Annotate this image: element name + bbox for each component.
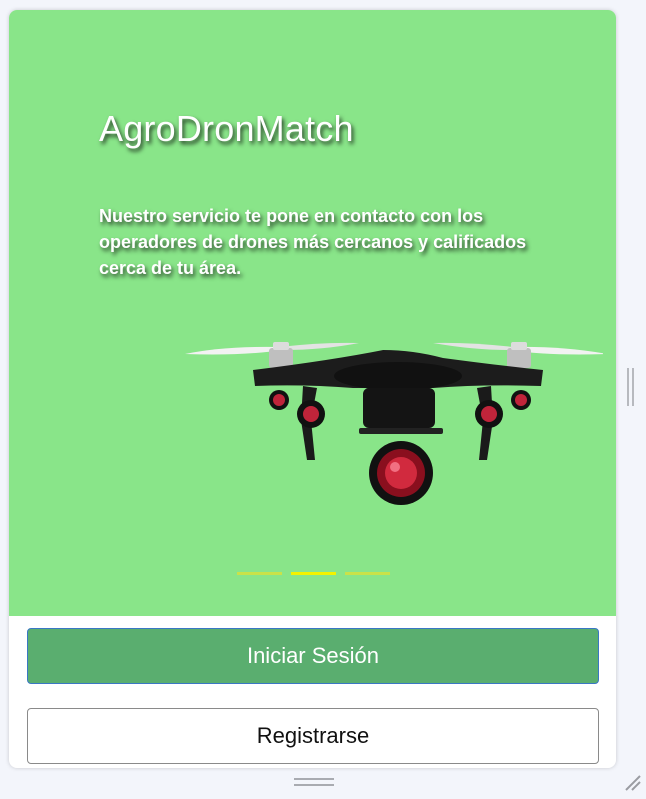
- carousel-indicators: [237, 572, 390, 575]
- bottom-drag-handle[interactable]: [294, 778, 334, 786]
- login-button[interactable]: Iniciar Sesión: [27, 628, 599, 684]
- resize-corner-icon[interactable]: [622, 772, 642, 792]
- carousel-dot[interactable]: [237, 572, 282, 575]
- panel-resize-handle[interactable]: [627, 368, 634, 406]
- app-title: AgroDronMatch: [99, 108, 354, 149]
- app-description: Nuestro servicio te pone en contacto con…: [99, 206, 527, 278]
- carousel-dot[interactable]: [291, 572, 336, 575]
- carousel-dot[interactable]: [345, 572, 390, 575]
- register-button[interactable]: Registrarse: [27, 708, 599, 764]
- onboarding-card: AgroDronMatch Nuestro servicio te pone e…: [9, 10, 616, 768]
- drone-icon: [185, 342, 603, 505]
- hero-slide[interactable]: AgroDronMatch Nuestro servicio te pone e…: [9, 10, 616, 616]
